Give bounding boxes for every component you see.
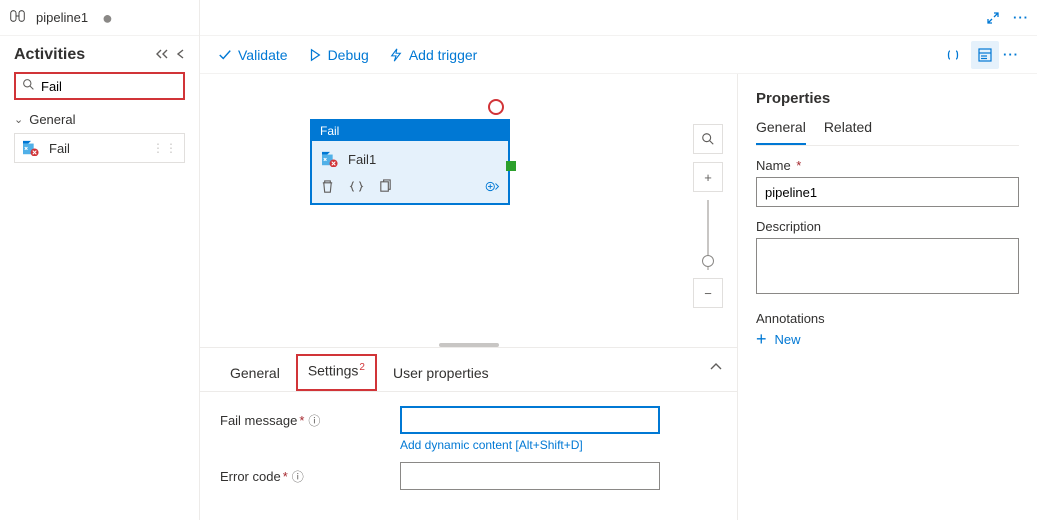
description-label: Description xyxy=(756,219,1019,234)
marker-circle xyxy=(488,99,504,115)
expand-button[interactable] xyxy=(979,4,1007,32)
info-icon[interactable]: ⓘ xyxy=(292,470,304,484)
collapse-icon[interactable] xyxy=(175,48,185,63)
info-icon[interactable]: ⓘ xyxy=(308,414,320,428)
debug-button[interactable]: Debug xyxy=(308,47,369,63)
activities-title: Activities xyxy=(14,46,85,64)
pipeline-icon xyxy=(10,9,28,26)
debug-label: Debug xyxy=(328,47,369,63)
props-tab-related[interactable]: Related xyxy=(824,119,872,145)
fail-message-input[interactable] xyxy=(400,406,660,434)
node-type-label: Fail xyxy=(312,121,508,141)
add-trigger-label: Add trigger xyxy=(409,47,477,63)
activity-item-label: Fail xyxy=(49,141,70,156)
validate-button[interactable]: Validate xyxy=(218,47,288,63)
description-input[interactable] xyxy=(756,238,1019,294)
zoom-slider[interactable] xyxy=(707,200,709,270)
new-annotation-button[interactable]: + New xyxy=(756,330,801,348)
zoom-controls: + − xyxy=(693,124,723,308)
tab-user-properties[interactable]: User properties xyxy=(383,359,499,391)
activities-search[interactable] xyxy=(14,72,185,100)
fail-activity-icon xyxy=(320,151,340,167)
tab-settings-badge: 2 xyxy=(359,362,365,373)
add-dynamic-content-link[interactable]: Add dynamic content [Alt+Shift+D] xyxy=(400,438,583,452)
more-menu-top[interactable]: ··· xyxy=(1013,10,1029,25)
properties-title: Properties xyxy=(756,90,1019,107)
output-connector[interactable] xyxy=(506,161,516,171)
search-icon xyxy=(22,78,35,94)
fail-message-label: Fail message*ⓘ xyxy=(220,406,400,429)
drag-grip-icon: ⋮⋮ xyxy=(152,141,178,155)
more-menu-toolbar[interactable]: ··· xyxy=(1003,47,1019,62)
chevron-down-icon: ⌄ xyxy=(14,113,23,126)
pipeline-tab[interactable]: pipeline1 ● xyxy=(0,0,199,36)
zoom-out-button[interactable]: − xyxy=(693,278,723,308)
fail-activity-node[interactable]: Fail Fail1 xyxy=(310,119,510,205)
copy-node-icon[interactable] xyxy=(378,179,393,197)
code-view-button[interactable] xyxy=(939,41,967,69)
fail-activity-icon xyxy=(21,140,41,156)
activity-item-fail[interactable]: Fail ⋮⋮ xyxy=(14,133,185,163)
pipeline-tab-label: pipeline1 xyxy=(36,10,88,25)
error-code-label: Error code*ⓘ xyxy=(220,462,400,485)
zoom-in-button[interactable]: + xyxy=(693,162,723,192)
new-annotation-label: New xyxy=(775,332,801,347)
fit-zoom-icon[interactable] xyxy=(693,124,723,154)
error-code-input[interactable] xyxy=(400,462,660,490)
tab-settings[interactable]: Settings2 xyxy=(296,354,377,391)
activities-search-input[interactable] xyxy=(41,79,177,94)
unsaved-indicator: ● xyxy=(102,9,113,27)
add-trigger-button[interactable]: Add trigger xyxy=(389,47,477,63)
tab-general[interactable]: General xyxy=(220,359,290,391)
node-name: Fail1 xyxy=(348,152,376,167)
tab-settings-label: Settings xyxy=(308,363,359,379)
properties-toggle[interactable] xyxy=(971,41,999,69)
delete-node-icon[interactable] xyxy=(320,179,335,197)
validate-label: Validate xyxy=(238,47,288,63)
category-general[interactable]: ⌄ General xyxy=(0,108,199,131)
name-label: Name * xyxy=(756,158,1019,173)
category-label: General xyxy=(29,112,75,127)
props-tab-general[interactable]: General xyxy=(756,119,806,145)
collapse-panel-icon[interactable] xyxy=(709,360,723,375)
plus-icon: + xyxy=(756,330,767,348)
annotations-label: Annotations xyxy=(756,311,1019,326)
zoom-thumb[interactable] xyxy=(702,255,714,267)
add-output-icon[interactable] xyxy=(485,179,500,197)
code-braces-icon[interactable] xyxy=(349,179,364,197)
name-input[interactable] xyxy=(756,177,1019,207)
pipeline-canvas[interactable]: Fail Fail1 xyxy=(200,74,737,343)
collapse-double-icon[interactable] xyxy=(155,48,169,63)
